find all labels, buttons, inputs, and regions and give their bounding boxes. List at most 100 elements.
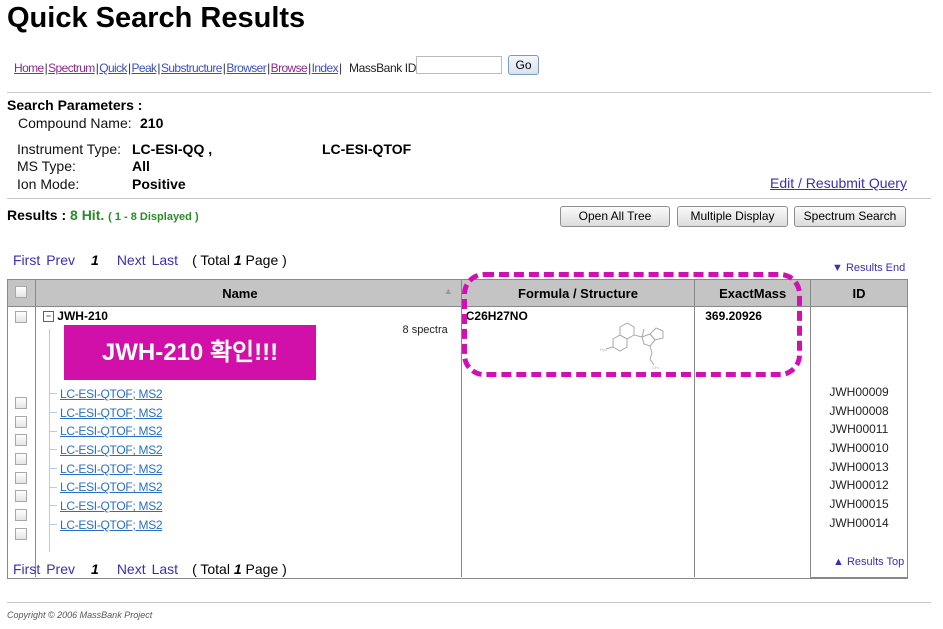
sort-asc-icon[interactable]: ▲ (444, 286, 453, 296)
nav-separator: | (44, 61, 48, 75)
pager-last[interactable]: Last (152, 252, 178, 268)
pager-current: 1 (91, 252, 99, 268)
pager-total-prefix: ( Total (192, 561, 234, 577)
checkbox-column (7, 306, 36, 577)
spectrum-link[interactable]: LC-ESI-QTOF; MS2 (60, 443, 163, 457)
nav-bar: Home|Spectrum|Quick|Peak|Substructure|Br… (14, 61, 343, 75)
page-title: Quick Search Results (7, 2, 306, 34)
results-summary: Results : 8 Hit. ( 1 - 8 Displayed ) (7, 207, 199, 223)
pager-total-pages: 1 (233, 252, 242, 268)
select-all-header (7, 279, 36, 307)
collapse-icon[interactable]: − (42, 311, 54, 323)
spectrum-link[interactable]: LC-ESI-QTOF; MS2 (60, 387, 163, 401)
spectrum-id: JWH00008 (829, 403, 889, 418)
spectrum-link[interactable]: LC-ESI-QTOF; MS2 (60, 518, 163, 532)
compound-name: JWH-210 (57, 309, 108, 323)
nav-link-spectrum[interactable]: Spectrum (48, 61, 95, 75)
tree-branch (48, 468, 57, 470)
spectrum-checkbox[interactable] (15, 453, 28, 466)
spectrum-id: JWH00011 (829, 422, 889, 437)
spectra-count: 8 spectra (402, 324, 448, 336)
compound-checkbox[interactable] (15, 311, 28, 323)
select-all-checkbox[interactable] (15, 285, 28, 298)
divider (7, 92, 931, 93)
highlight-box (462, 272, 802, 377)
pager-last[interactable]: Last (152, 561, 178, 577)
pager-prev[interactable]: Prev (46, 561, 75, 577)
go-button[interactable]: Go (508, 55, 539, 75)
spectrum-link[interactable]: LC-ESI-QTOF; MS2 (60, 499, 163, 513)
spectrum-row: LC-ESI-QTOF; MS2 (48, 385, 163, 404)
spectrum-checkbox[interactable] (15, 415, 28, 428)
pager-bottom: First Prev 1 Next Last ( Total 1 Page ) (13, 561, 293, 577)
pager-first[interactable]: First (13, 561, 40, 577)
nav-link-index[interactable]: Index (312, 61, 339, 75)
nav-separator: | (222, 61, 226, 75)
ms-type-value: All (132, 158, 150, 174)
spectrum-row: LC-ESI-QTOF; MS2 (48, 460, 163, 479)
compound-name-value: 210 (140, 115, 164, 131)
search-parameters-title: Search Parameters : (7, 97, 143, 113)
pager-total-suffix: Page ) (241, 561, 287, 577)
pager-next[interactable]: Next (117, 252, 146, 268)
pager-prev[interactable]: Prev (46, 252, 75, 268)
compound-name-label: Compound Name: (18, 115, 132, 131)
header-name[interactable]: Name ▲ (34, 279, 462, 307)
spectrum-link[interactable]: LC-ESI-QTOF; MS2 (60, 462, 163, 476)
spectrum-id: JWH00014 (829, 515, 889, 530)
spectrum-link[interactable]: LC-ESI-QTOF; MS2 (60, 406, 163, 420)
nav-link-quick[interactable]: Quick (99, 61, 127, 75)
spectrum-checkbox[interactable] (15, 509, 28, 522)
pager-total-prefix: ( Total (192, 252, 234, 268)
pager-total: ( Total 1 Page ) (192, 252, 287, 268)
edit-resubmit-query-link[interactable]: Edit / Resubmit Query (770, 175, 907, 191)
header-name-label: Name (222, 285, 258, 301)
pager-first[interactable]: First (13, 252, 40, 268)
divider (7, 198, 931, 199)
nav-link-browser[interactable]: Browser (226, 61, 266, 75)
tree-branch (48, 393, 57, 395)
hit-count: 8 Hit. (70, 207, 105, 223)
spectrum-id: JWH00015 (829, 497, 889, 512)
results-end-link[interactable]: ▼ Results End (832, 262, 905, 274)
spectrum-link[interactable]: LC-ESI-QTOF; MS2 (60, 424, 163, 438)
ion-mode-label: Ion Mode: (17, 176, 80, 192)
spectrum-checkbox[interactable] (15, 490, 28, 503)
multiple-display-button[interactable]: Multiple Display (677, 206, 788, 227)
spectrum-link[interactable]: LC-ESI-QTOF; MS2 (60, 480, 163, 494)
results-top-link[interactable]: ▲ Results Top (833, 556, 904, 568)
nav-link-peak[interactable]: Peak (131, 61, 157, 75)
spectrum-checkbox[interactable] (15, 471, 28, 484)
spectrum-search-button[interactable]: Spectrum Search (794, 206, 906, 227)
open-all-tree-button[interactable]: Open All Tree (560, 206, 670, 227)
spectrum-id: JWH00013 (829, 459, 889, 474)
tree-branch (48, 449, 57, 451)
spectrum-row: LC-ESI-QTOF; MS2 (48, 497, 163, 516)
spectrum-row: LC-ESI-QTOF; MS2 (48, 404, 163, 423)
pager-total: ( Total 1 Page ) (192, 561, 287, 577)
nav-separator: | (308, 61, 311, 75)
nav-separator: | (338, 61, 342, 75)
spectrum-checkbox[interactable] (15, 434, 28, 447)
header-id: ID (810, 279, 908, 307)
tree-branch (48, 411, 57, 413)
nav-link-home[interactable]: Home (14, 61, 44, 75)
copyright: Copyright © 2006 MassBank Project (7, 610, 153, 620)
nav-link-substructure[interactable]: Substructure (161, 61, 222, 75)
pager-total-suffix: Page ) (241, 252, 287, 268)
nav-link-browse[interactable]: Browse (271, 61, 308, 75)
spectrum-row: LC-ESI-QTOF; MS2 (48, 441, 163, 460)
displayed-range: ( 1 - 8 Displayed ) (108, 211, 199, 223)
pager-total-pages: 1 (233, 561, 242, 577)
massbank-id-label: MassBank ID: (349, 61, 419, 75)
id-column: JWH00009 JWH00008 JWH00011 JWH00010 JWH00013… (810, 306, 908, 578)
spectrum-checkbox[interactable] (15, 527, 28, 540)
instrument-type-value-1: LC-ESI-QQ , (132, 141, 213, 157)
spectrum-checkbox[interactable] (15, 397, 28, 409)
massbank-id-input[interactable] (416, 56, 502, 74)
instrument-type-value-2: LC-ESI-QTOF (322, 141, 412, 157)
pager-top: First Prev 1 Next Last ( Total 1 Page ) (13, 252, 293, 268)
tree-branch (48, 430, 57, 432)
nav-separator: | (95, 61, 99, 75)
pager-next[interactable]: Next (117, 561, 146, 577)
